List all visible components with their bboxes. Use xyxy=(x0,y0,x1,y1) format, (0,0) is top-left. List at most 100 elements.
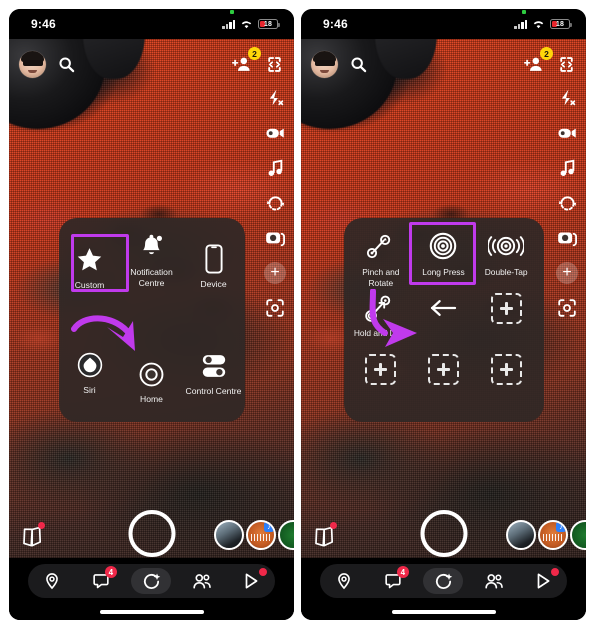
long-press-highlight-box xyxy=(408,222,476,285)
nav-item-friends[interactable] xyxy=(476,568,512,594)
music-note-icon[interactable] xyxy=(556,157,578,179)
menu-item-control-centre[interactable]: Control Centre xyxy=(183,326,245,422)
menu-item-siri[interactable]: Siri xyxy=(59,324,121,422)
camera-top-bar: 2 xyxy=(9,47,294,81)
video-timer-icon[interactable] xyxy=(264,122,286,144)
flip-camera-icon[interactable] xyxy=(557,55,576,74)
night-mode-icon[interactable] xyxy=(556,192,578,214)
camera-viewport[interactable]: 2 + ♪ Custom Notification Centre Device … xyxy=(9,39,294,620)
story-sound[interactable]: ♪ xyxy=(538,520,568,550)
custom-gestures-menu[interactable]: Pinch and Rotate Long Press Double-Tap H… xyxy=(343,218,544,422)
gesture-back-button[interactable] xyxy=(412,291,475,352)
add-gesture-icon xyxy=(490,291,522,325)
status-bar-right: 9:46 18 xyxy=(301,9,586,39)
nav-item-map[interactable] xyxy=(326,568,362,594)
gesture-double-tap[interactable]: Double-Tap xyxy=(475,230,538,291)
menu-item-home[interactable]: Home xyxy=(121,342,183,422)
bell-icon xyxy=(139,232,165,262)
gesture-add-slot-2[interactable] xyxy=(350,353,413,414)
nav-item-chat[interactable]: 4 xyxy=(83,566,119,594)
left-phone-screenshot: 9:46 18 2 + ♪ Custom Notification Centre… xyxy=(9,9,294,620)
back-arrow-icon xyxy=(428,291,458,325)
camera-top-bar-right: 2 xyxy=(301,47,586,81)
scan-icon[interactable] xyxy=(264,297,286,319)
double-tap-icon xyxy=(488,230,525,264)
green-recording-dot-icon xyxy=(522,9,527,14)
gesture-pinch-and-rotate[interactable]: Pinch and Rotate xyxy=(350,230,413,291)
add-friend-icon[interactable]: 2 xyxy=(232,47,261,73)
story-sound[interactable]: ♪ xyxy=(246,520,276,550)
flash-off-icon[interactable] xyxy=(556,87,578,109)
camera-tool-rail: + xyxy=(264,87,286,319)
bitmoji-avatar-icon[interactable] xyxy=(311,50,338,78)
plus-icon[interactable]: + xyxy=(264,262,286,284)
stories-strip-right: ♪ ☺ xyxy=(506,520,586,550)
story-green[interactable]: ☺ xyxy=(278,520,294,550)
menu-item-device[interactable]: Device xyxy=(183,214,245,320)
nav-item-spotlight[interactable] xyxy=(525,568,561,594)
search-icon[interactable] xyxy=(350,56,367,73)
gesture-hold-and-drag[interactable]: Hold and Drag xyxy=(350,291,413,352)
flash-off-icon[interactable] xyxy=(264,87,286,109)
nav-item-map[interactable] xyxy=(34,568,70,594)
right-phone-screenshot: 9:46 18 2 + ♪ Pinch and Rotate Long Pres… xyxy=(301,9,586,620)
device-icon xyxy=(204,244,223,274)
multi-snap-icon[interactable] xyxy=(556,227,578,249)
menu-item-siri-label: Siri xyxy=(83,385,96,395)
spotlight-badge xyxy=(258,568,267,576)
cellular-signal-icon xyxy=(222,19,235,29)
chat-badge: 4 xyxy=(396,566,409,578)
story-green[interactable]: ☺ xyxy=(570,520,586,550)
multi-snap-icon[interactable] xyxy=(264,227,286,249)
memories-icon[interactable] xyxy=(21,522,45,548)
night-mode-icon[interactable] xyxy=(264,192,286,214)
flip-camera-icon[interactable] xyxy=(265,55,284,74)
camera-top-right-group-right: 2 xyxy=(524,47,576,74)
nav-item-spotlight[interactable] xyxy=(233,568,269,594)
battery-level-label-right: 18 xyxy=(555,20,565,28)
gesture-double-tap-label: Double-Tap xyxy=(484,267,528,277)
shutter-button-icon[interactable] xyxy=(420,510,467,557)
music-chip-icon: ♪ xyxy=(264,522,274,532)
status-bar-indicators: 18 xyxy=(222,9,280,30)
plus-icon[interactable]: + xyxy=(556,262,578,284)
gesture-add-slot-3[interactable] xyxy=(412,353,475,414)
nav-item-friends[interactable] xyxy=(184,568,220,594)
add-gesture-icon xyxy=(427,353,459,387)
bitmoji-avatar-icon[interactable] xyxy=(19,50,46,78)
gesture-hold-and-drag-label: Hold and Drag xyxy=(353,328,408,339)
gesture-add-slot-4[interactable] xyxy=(475,353,538,414)
nav-item-chat[interactable]: 4 xyxy=(375,566,411,594)
toggles-icon xyxy=(200,351,228,381)
camera-top-left-group xyxy=(19,50,75,78)
camera-viewport-right[interactable]: 2 + ♪ Pinch and Rotate Long Press Double… xyxy=(301,39,586,620)
bottom-nav-pill-right: 4 xyxy=(320,564,567,598)
spotlight-badge xyxy=(550,568,559,576)
music-note-icon[interactable] xyxy=(264,157,286,179)
bottom-nav-bar: 4 xyxy=(9,558,294,620)
search-icon[interactable] xyxy=(58,56,75,73)
scan-icon[interactable] xyxy=(556,297,578,319)
battery-low-icon: 18 xyxy=(258,18,280,30)
menu-item-notification-centre[interactable]: Notification Centre xyxy=(121,200,183,320)
gesture-add-slot-1[interactable] xyxy=(475,291,538,352)
video-timer-icon[interactable] xyxy=(556,122,578,144)
add-friend-icon[interactable]: 2 xyxy=(524,47,553,73)
battery-low-icon: 18 xyxy=(550,18,572,30)
add-gesture-icon xyxy=(490,353,522,387)
custom-highlight-box xyxy=(70,234,129,292)
shutter-button-icon[interactable] xyxy=(128,510,175,557)
bottom-nav-pill: 4 xyxy=(28,564,275,598)
cellular-signal-icon xyxy=(514,19,527,29)
bottom-nav-bar-right: 4 xyxy=(301,558,586,620)
music-chip-icon: ♪ xyxy=(556,522,566,532)
story-car[interactable] xyxy=(214,520,244,550)
story-car[interactable] xyxy=(506,520,536,550)
nav-item-camera[interactable] xyxy=(423,568,464,594)
nav-item-camera[interactable] xyxy=(131,568,172,594)
status-bar-time: 9:46 xyxy=(31,17,56,31)
memories-icon[interactable] xyxy=(313,522,337,548)
assistive-touch-menu[interactable]: Custom Notification Centre Device Siri H… xyxy=(58,218,245,422)
screenshot-sheet: 9:46 18 2 + ♪ Custom Notification Centre… xyxy=(0,0,600,629)
add-friend-badge: 2 xyxy=(540,47,553,60)
